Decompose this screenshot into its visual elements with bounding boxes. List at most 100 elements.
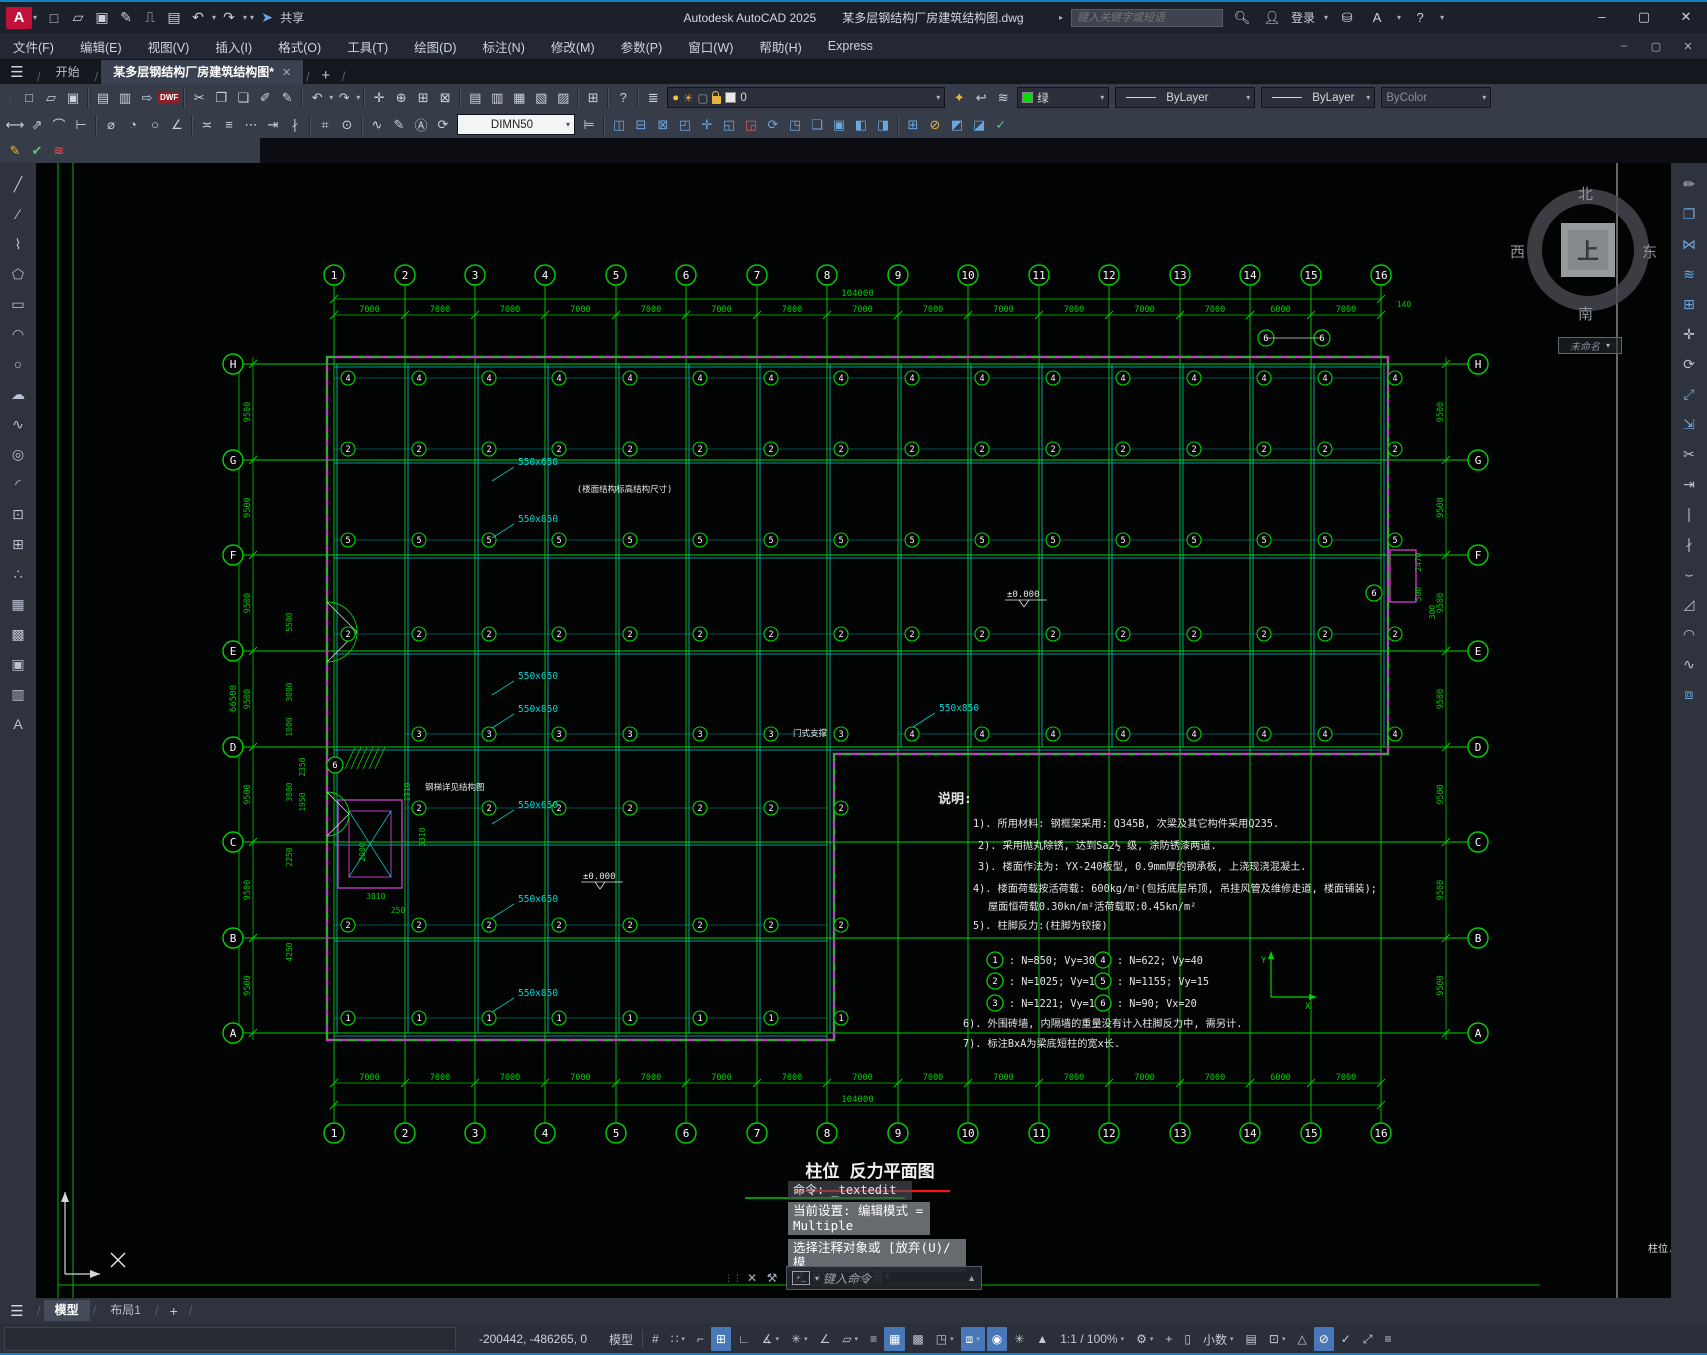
isolate-objects-button[interactable]: △ (1292, 1327, 1311, 1351)
menu-9[interactable]: 修改(M) (538, 33, 608, 59)
menu-8[interactable]: 标注(N) (470, 33, 538, 59)
qat-redo-icon[interactable]: ↷ (218, 7, 240, 29)
menu-5[interactable]: 格式(O) (265, 33, 334, 59)
tab-drawing[interactable]: 某多层钢结构厂房建筑结构图* ✕ (101, 60, 304, 84)
mirror-button[interactable]: ⋈ (1678, 229, 1700, 259)
color-edges-button[interactable]: ◨ (872, 114, 894, 136)
construction-line-button[interactable]: ∕ (7, 199, 29, 229)
file-tab-menu-icon[interactable]: ☰ (0, 59, 34, 84)
dim-style-select[interactable]: DIMN50 ▾ (457, 114, 575, 135)
dim-text-edit-button[interactable]: Ⓐ (410, 114, 432, 136)
tab-close-icon[interactable]: ✕ (282, 67, 291, 79)
grid-display-button[interactable]: # (647, 1327, 664, 1351)
qat-print-icon[interactable]: ▤ (163, 7, 185, 29)
autodesk-app-icon[interactable]: A (1366, 7, 1388, 29)
tab-layout1[interactable]: 布局1 (99, 1300, 152, 1321)
dim-update-button[interactable]: ⟳ (432, 114, 454, 136)
units-select[interactable]: 小数 ▾ (1198, 1327, 1239, 1351)
command-input[interactable]: ›_ ▾ 键入命令 ▲ (786, 1266, 982, 1290)
maximize-button[interactable]: ▢ (1623, 2, 1665, 31)
tab-start[interactable]: 开始 (44, 60, 92, 84)
transparency-button[interactable]: ▦ (884, 1327, 906, 1351)
zoom-window-button[interactable]: ⊞ (412, 87, 434, 109)
line-button[interactable]: ╱ (7, 169, 29, 199)
polar-tracking-button[interactable]: ∡ ▾ (757, 1327, 784, 1351)
help-button[interactable]: ? (612, 87, 634, 109)
match-properties-button[interactable]: ✐ (254, 87, 276, 109)
menu-2[interactable]: 编辑(E) (67, 33, 135, 59)
move-button[interactable]: ✛ (1678, 319, 1700, 349)
lock-ui-button[interactable]: ⊡ ▾ (1264, 1327, 1291, 1351)
auto-scale-button[interactable]: ✳ (1009, 1327, 1029, 1351)
hatch-button[interactable]: ▦ (7, 589, 29, 619)
spell-check-button[interactable]: ✔ (26, 140, 48, 162)
dim-baseline-button[interactable]: ≡ (218, 114, 240, 136)
zoom-realtime-button[interactable]: ⊕ (390, 87, 412, 109)
menu-1[interactable]: 文件(F) (0, 33, 67, 59)
command-bar-close-icon[interactable]: ✕ (742, 1271, 762, 1285)
dim-spacing-button[interactable]: ⇥ (262, 114, 284, 136)
annotation-monitor-button[interactable]: ▱ ▾ (837, 1327, 863, 1351)
pan-button[interactable]: ✛ (368, 87, 390, 109)
dynamic-input-button[interactable]: ⊞ (710, 1327, 731, 1351)
table-button[interactable]: ▥ (7, 679, 29, 709)
layer-select[interactable]: ● ☀ ▢ 0 ▾ (667, 87, 946, 108)
open-button[interactable]: ▱ (40, 87, 62, 109)
ellipse-arc-button[interactable]: ◜ (7, 469, 29, 499)
color-select[interactable]: 绿 ▾ (1017, 87, 1110, 108)
zoom-previous-button[interactable]: ⊠ (434, 87, 456, 109)
make-block-button[interactable]: ⊞ (7, 529, 29, 559)
polygon-button[interactable]: ⬠ (7, 259, 29, 289)
array-button[interactable]: ⊞ (1678, 289, 1700, 319)
plot-style-select[interactable]: ByColor ▾ (1381, 87, 1492, 108)
share-icon[interactable]: ➤ (256, 7, 278, 29)
point-button[interactable]: ∴ (7, 559, 29, 589)
qat-undo-icon[interactable]: ↶ (187, 7, 209, 29)
wcs-dropdown[interactable]: 未命名 ▾ (1558, 337, 1622, 354)
trim-button[interactable]: ✂ (1678, 439, 1700, 469)
properties-palette-button[interactable]: ▤ (464, 87, 486, 109)
explode-button[interactable]: ⧈ (1678, 679, 1700, 709)
qat-save-as-icon[interactable]: ✎ (115, 7, 137, 29)
object-snap-tracking-button[interactable]: ∠ (815, 1327, 836, 1351)
extrude-faces-button[interactable]: ◰ (674, 114, 696, 136)
layer-previous-button[interactable]: ↩ (970, 87, 992, 109)
view-cube[interactable]: 北 南 西 东 上 未命名 ▾ (1506, 177, 1676, 377)
add-annotation-scales-button[interactable]: ▲ (1031, 1327, 1053, 1351)
viewcube-north-label[interactable]: 北 (1578, 183, 1593, 204)
rectangle-button[interactable]: ▭ (7, 289, 29, 319)
snap-mode-button[interactable]: ∷ ▾ (666, 1327, 690, 1351)
clean-solid-button[interactable]: ⊘ (924, 114, 946, 136)
dim-style-manager-button[interactable]: ⊨ (578, 114, 600, 136)
dynamic-ucs-button[interactable]: ⧈ ▾ (960, 1327, 985, 1351)
make-object-layer-current-button[interactable]: ✦ (948, 87, 970, 109)
show-lineweight-button[interactable]: ≡ (865, 1327, 882, 1351)
dim-break-button[interactable]: ∤ (284, 114, 306, 136)
solid-subtract-button[interactable]: ⊟ (630, 114, 652, 136)
workspace-switching-button[interactable]: ⚙ ▾ (1131, 1327, 1158, 1351)
move-faces-button[interactable]: ✛ (696, 114, 718, 136)
print-preview-button[interactable]: ▥ (114, 87, 136, 109)
copy-faces-button[interactable]: ❏ (806, 114, 828, 136)
new-tab-button[interactable]: + (313, 67, 339, 84)
qat-customize-caret-icon[interactable]: ▾ (250, 13, 254, 22)
paste-button[interactable]: ❏ (232, 87, 254, 109)
separate-solid-button[interactable]: ◩ (946, 114, 968, 136)
viewcube-south-label[interactable]: 南 (1578, 303, 1593, 324)
shell-solid-button[interactable]: ◪ (968, 114, 990, 136)
insert-block-button[interactable]: ⊡ (7, 499, 29, 529)
rotate-button[interactable]: ⟳ (1678, 349, 1700, 379)
qat-open-icon[interactable]: ▱ (67, 7, 89, 29)
signin-label[interactable]: 登录 (1291, 9, 1315, 26)
clean-screen-button[interactable]: ⊘ (1313, 1327, 1334, 1351)
stretch-button[interactable]: ⇲ (1678, 409, 1700, 439)
autodesk-app-caret-icon[interactable]: ▾ (1397, 13, 1401, 22)
save-button[interactable]: ▣ (62, 87, 84, 109)
undo-caret-icon[interactable]: ▾ (212, 13, 216, 22)
minimize-button[interactable]: – (1581, 2, 1623, 31)
dim-aligned-button[interactable]: ⇗ (26, 114, 48, 136)
search-collapse-icon[interactable]: ▸ (1059, 13, 1063, 22)
layer-properties-button[interactable]: ≣ (642, 87, 664, 109)
doc-close-button[interactable]: ✕ (1673, 35, 1703, 57)
multiline-text-button[interactable]: A (7, 709, 29, 739)
